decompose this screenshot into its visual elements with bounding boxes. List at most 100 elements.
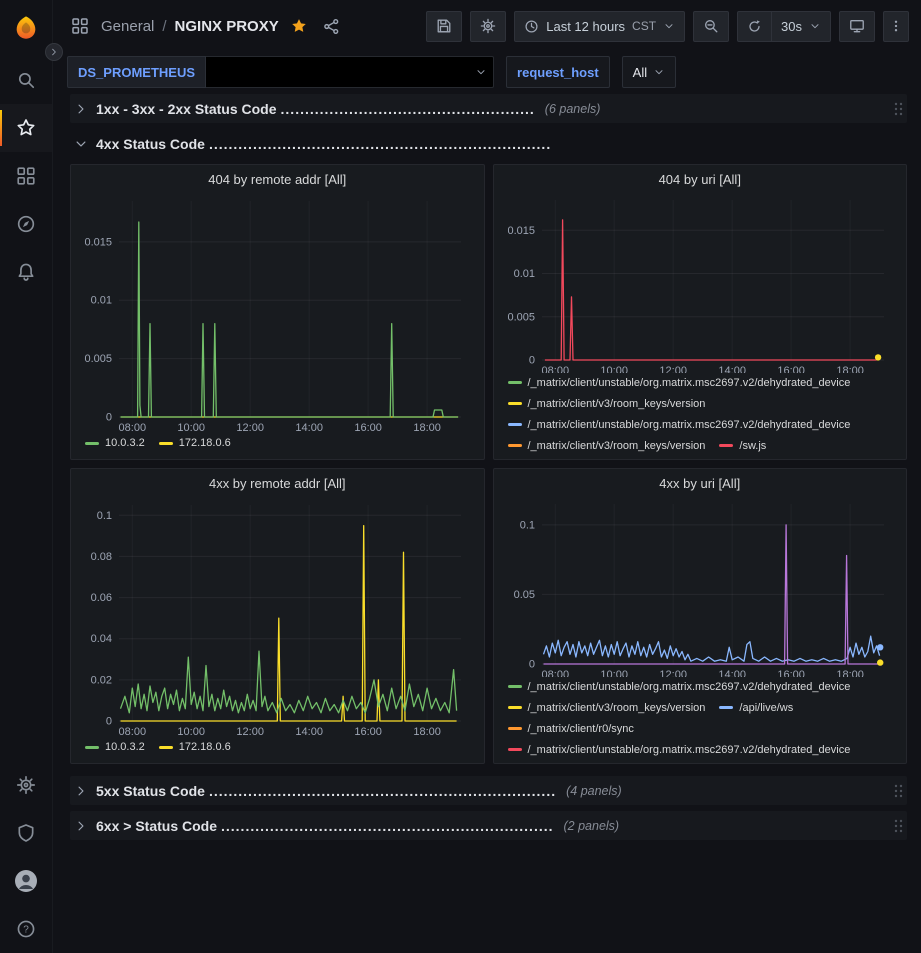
breadcrumb-section[interactable]: General: [101, 18, 154, 35]
legend-series-color: [719, 706, 733, 709]
request-host-select[interactable]: All: [622, 56, 676, 88]
favorite-star-button[interactable]: [287, 14, 311, 38]
panel-legend: /_matrix/client/unstable/org.matrix.msc2…: [502, 677, 899, 759]
panel-404-by-uri: 404 by uri [All] 00.0050.010.01508:0010:…: [493, 164, 908, 460]
panel-title[interactable]: 404 by uri [All]: [502, 169, 899, 190]
sidebar-item-profile[interactable]: [0, 857, 52, 905]
monitor-icon: [849, 18, 865, 34]
svg-text:0: 0: [106, 715, 112, 727]
svg-text:0: 0: [106, 411, 112, 423]
avatar: [14, 869, 38, 893]
sidebar-item-explore[interactable]: [0, 200, 52, 248]
gear-icon: [480, 18, 496, 34]
sidebar: ?: [0, 0, 53, 953]
save-dashboard-button[interactable]: [426, 11, 462, 42]
svg-text:10:00: 10:00: [600, 365, 628, 373]
share-icon: [323, 18, 340, 35]
row-title-dots: ........................................…: [281, 101, 535, 117]
legend-item[interactable]: /sw.js: [719, 438, 766, 454]
panel-title[interactable]: 404 by remote addr [All]: [79, 169, 476, 191]
svg-text:10:00: 10:00: [177, 726, 205, 738]
chevron-right-icon: [49, 47, 59, 57]
sidebar-expand-toggle[interactable]: [45, 43, 63, 61]
legend-item[interactable]: /_matrix/client/v3/room_keys/version: [508, 438, 706, 454]
datasource-select[interactable]: [206, 56, 494, 88]
panel-legend: 10.0.3.2 172.18.0.6: [79, 433, 476, 455]
row-1xx-3xx-2xx[interactable]: 1xx - 3xx - 2xx Status Code ............…: [70, 94, 907, 123]
sidebar-item-starred[interactable]: [0, 104, 52, 152]
chevron-down-icon: [475, 66, 487, 78]
sidebar-item-configuration[interactable]: [0, 761, 52, 809]
sidebar-item-dashboards[interactable]: [0, 152, 52, 200]
page-title[interactable]: NGINX PROXY: [175, 18, 279, 35]
gear-icon: [16, 775, 36, 795]
legend-item[interactable]: /_matrix/client/unstable/org.matrix.msc2…: [508, 375, 851, 391]
legend-item[interactable]: /_matrix/client/r0/sync: [508, 721, 634, 737]
row-title: 4xx Status Code: [96, 136, 205, 152]
svg-text:14:00: 14:00: [295, 422, 323, 434]
chevron-down-icon: [74, 137, 88, 151]
row-drag-handle[interactable]: [893, 783, 903, 799]
grafana-logo[interactable]: [0, 0, 52, 56]
panel-legend: 10.0.3.2 172.18.0.6: [79, 737, 476, 759]
svg-text:0.005: 0.005: [507, 311, 535, 323]
compass-icon: [16, 214, 36, 234]
zoom-out-button[interactable]: [693, 11, 729, 42]
svg-text:0.015: 0.015: [507, 225, 535, 237]
row-4xx[interactable]: 4xx Status Code ........................…: [70, 129, 907, 158]
svg-text:0.005: 0.005: [84, 353, 112, 365]
row-title: 6xx > Status Code: [96, 818, 217, 834]
request-host-variable-label[interactable]: request_host: [506, 56, 610, 88]
dashboard-canvas: 1xx - 3xx - 2xx Status Code ............…: [53, 92, 921, 953]
panel-legend: /_matrix/client/unstable/org.matrix.msc2…: [502, 373, 899, 455]
row-title: 5xx Status Code: [96, 783, 205, 799]
breadcrumb: General / NGINX PROXY: [101, 18, 279, 35]
legend-series-color: [85, 746, 99, 749]
row-drag-handle[interactable]: [893, 818, 903, 834]
kebab-menu-icon: [889, 18, 903, 34]
legend-item[interactable]: /_matrix/client/unstable/org.matrix.msc2…: [508, 417, 851, 433]
sidebar-item-search[interactable]: [0, 56, 52, 104]
more-options-button[interactable]: [883, 11, 909, 42]
svg-text:18:00: 18:00: [836, 365, 864, 373]
svg-text:0.015: 0.015: [84, 236, 112, 248]
time-range-picker[interactable]: Last 12 hours CST: [514, 11, 685, 42]
tv-mode-button[interactable]: [839, 11, 875, 42]
panel-title[interactable]: 4xx by remote addr [All]: [79, 473, 476, 495]
legend-item[interactable]: /_matrix/client/v3/room_keys/version: [508, 700, 706, 716]
legend-item[interactable]: 10.0.3.2: [85, 739, 145, 755]
sidebar-item-admin[interactable]: [0, 809, 52, 857]
legend-series-color: [508, 727, 522, 730]
time-series-chart: 00.050.108:0010:0012:0014:0016:0018:00: [502, 494, 898, 677]
row-panel-count: (4 panels): [566, 784, 622, 798]
legend-series-color: [159, 746, 173, 749]
dashboard-settings-button[interactable]: [470, 11, 506, 42]
apps-menu-button[interactable]: [67, 13, 93, 39]
row-drag-handle[interactable]: [893, 101, 903, 117]
legend-item[interactable]: /_matrix/client/unstable/org.matrix.msc2…: [508, 679, 851, 695]
legend-item[interactable]: /_matrix/client/v3/room_keys/version: [508, 396, 706, 412]
svg-text:14:00: 14:00: [718, 669, 746, 677]
legend-item[interactable]: /api/live/ws: [719, 700, 793, 716]
legend-item[interactable]: 10.0.3.2: [85, 435, 145, 451]
legend-series-color: [508, 748, 522, 751]
sidebar-item-help[interactable]: ?: [0, 905, 52, 953]
legend-item[interactable]: /_matrix/client/unstable/org.matrix.msc2…: [508, 742, 851, 758]
row-title-dots: ........................................…: [221, 818, 554, 834]
variables-bar: DS_PROMETHEUS request_host All: [53, 52, 921, 92]
datasource-variable-label[interactable]: DS_PROMETHEUS: [67, 56, 206, 88]
share-button[interactable]: [319, 14, 344, 39]
row-6xx[interactable]: 6xx > Status Code ......................…: [70, 811, 907, 840]
clock-icon: [524, 19, 539, 34]
panel-title[interactable]: 4xx by uri [All]: [502, 473, 899, 494]
legend-item[interactable]: 172.18.0.6: [159, 739, 231, 755]
chevron-down-icon: [809, 20, 821, 32]
refresh-interval-dropdown[interactable]: 30s: [771, 11, 831, 42]
panel-4xx-by-uri: 4xx by uri [All] 00.050.108:0010:0012:00…: [493, 468, 908, 764]
row-5xx[interactable]: 5xx Status Code ........................…: [70, 776, 907, 805]
legend-item[interactable]: 172.18.0.6: [159, 435, 231, 451]
breadcrumb-separator: /: [162, 18, 166, 35]
refresh-button[interactable]: [737, 11, 772, 42]
sidebar-item-alerting[interactable]: [0, 248, 52, 296]
svg-text:12:00: 12:00: [659, 669, 687, 677]
